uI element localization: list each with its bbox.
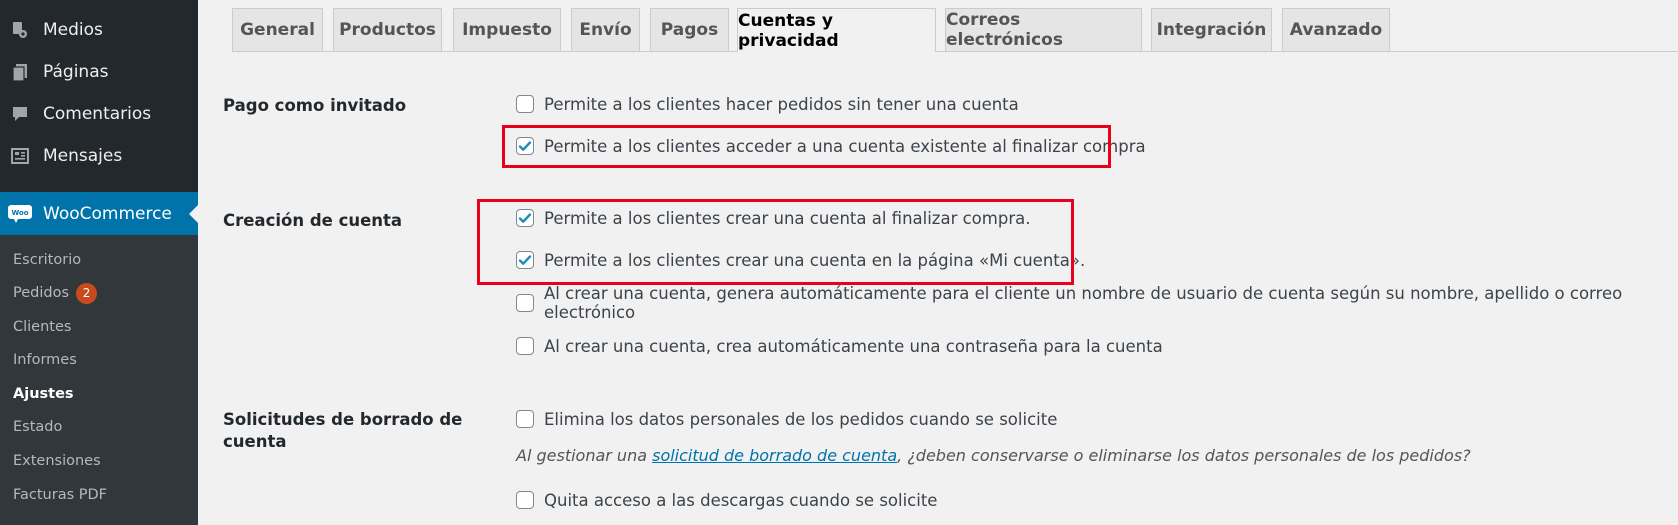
tab-envio[interactable]: Envío xyxy=(571,8,640,51)
woocommerce-logo-text: Woo xyxy=(11,209,28,217)
tab-impuesto[interactable]: Impuesto xyxy=(453,8,561,51)
submenu-label: Clientes xyxy=(13,319,72,335)
label-solicitudes-borrado: Solicitudes de borrado de cuenta xyxy=(223,409,462,453)
erasure-description: Al gestionar una solicitud de borrado de… xyxy=(516,446,1471,465)
submenu-item-ajustes[interactable]: Ajustes xyxy=(13,383,74,405)
submenu-label: Estado xyxy=(13,419,63,435)
menu-item-paginas[interactable]: Páginas xyxy=(0,51,198,93)
messages-icon xyxy=(9,145,31,167)
label-pago-como-invitado: Pago como invitado xyxy=(223,96,407,115)
menu-item-label: Páginas xyxy=(43,62,109,82)
submenu-item-clientes[interactable]: Clientes xyxy=(13,316,71,338)
highlight-box xyxy=(502,125,1111,168)
highlight-box xyxy=(477,199,1074,285)
tab-divider xyxy=(232,51,1678,52)
comments-icon xyxy=(9,103,31,125)
current-menu-arrow xyxy=(189,205,198,223)
submenu-label: Pedidos xyxy=(13,285,70,301)
description-text: Al gestionar una xyxy=(516,446,653,465)
menu-item-label: Mensajes xyxy=(43,146,123,166)
submenu-item-pedidos[interactable]: Pedidos 2 xyxy=(13,282,98,304)
label-creacion-de-cuenta: Creación de cuenta xyxy=(223,211,403,230)
submenu-label: Ajustes xyxy=(13,386,74,402)
tab-pagos[interactable]: Pagos xyxy=(650,8,729,51)
tab-integracion[interactable]: Integración xyxy=(1151,8,1272,51)
erasure-request-link[interactable]: solicitud de borrado de cuenta xyxy=(652,446,897,465)
option-label: Quita acceso a las descargas cuando se s… xyxy=(544,490,938,510)
description-text: , ¿deben conservarse o eliminarse los da… xyxy=(897,446,1471,465)
checkbox[interactable] xyxy=(516,410,534,428)
option-label: Elimina los datos personales de los pedi… xyxy=(544,409,1058,429)
woocommerce-submenu: Escritorio Pedidos 2 Clientes Informes Aj… xyxy=(0,235,198,525)
tab-avanzado[interactable]: Avanzado xyxy=(1282,8,1390,51)
submenu-item-facturas-pdf[interactable]: Facturas PDF xyxy=(13,484,107,506)
submenu-label: Informes xyxy=(13,352,77,368)
label-line: cuenta xyxy=(223,432,287,451)
submenu-item-estado[interactable]: Estado xyxy=(13,416,62,438)
submenu-item-escritorio[interactable]: Escritorio xyxy=(13,249,81,271)
submenu-item-informes[interactable]: Informes xyxy=(13,349,77,371)
menu-item-medios[interactable]: Medios xyxy=(0,9,198,51)
menu-item-woocommerce[interactable]: Woo WooCommerce xyxy=(0,192,198,235)
option-erase-order-data[interactable]: Elimina los datos personales de los pedi… xyxy=(516,407,1057,431)
checkbox[interactable] xyxy=(516,337,534,355)
submenu-label: Extensiones xyxy=(13,453,101,469)
option-label: Al crear una cuenta, crea automáticament… xyxy=(544,336,1163,356)
option-label: Permite a los clientes hacer pedidos sin… xyxy=(544,94,1019,114)
checkbox[interactable] xyxy=(516,294,534,312)
label-line: Solicitudes de borrado de xyxy=(223,410,463,429)
menu-item-comentarios[interactable]: Comentarios xyxy=(0,93,198,135)
tab-productos[interactable]: Productos xyxy=(333,8,442,51)
pages-icon xyxy=(9,61,31,83)
option-revoke-downloads[interactable]: Quita acceso a las descargas cuando se s… xyxy=(516,488,937,512)
menu-item-label: Medios xyxy=(43,20,103,40)
tab-general[interactable]: General xyxy=(232,8,323,51)
media-icon xyxy=(9,19,31,41)
woocommerce-icon: Woo xyxy=(8,204,32,223)
menu-item-label: Comentarios xyxy=(43,104,152,124)
option-generate-username[interactable]: Al crear una cuenta, genera automáticame… xyxy=(516,284,1678,322)
submenu-item-extensiones[interactable]: Extensiones xyxy=(13,450,101,472)
menu-item-label: WooCommerce xyxy=(43,203,172,224)
tab-correos-electronicos[interactable]: Correos electrónicos xyxy=(945,8,1142,51)
admin-sidebar: Medios Páginas Comentarios Mensajes Woo … xyxy=(0,0,198,525)
checkbox[interactable] xyxy=(516,95,534,113)
option-guest-checkout[interactable]: Permite a los clientes hacer pedidos sin… xyxy=(516,92,1019,116)
option-generate-password[interactable]: Al crear una cuenta, crea automáticament… xyxy=(516,334,1163,358)
submenu-label: Escritorio xyxy=(13,252,82,268)
submenu-label: Facturas PDF xyxy=(13,487,108,503)
menu-item-mensajes[interactable]: Mensajes xyxy=(0,135,198,177)
tab-cuentas-y-privacidad[interactable]: Cuentas y privacidad xyxy=(737,8,936,52)
checkbox[interactable] xyxy=(516,491,534,509)
orders-count-badge: 2 xyxy=(76,282,98,304)
option-label: Al crear una cuenta, genera automáticame… xyxy=(544,284,1623,322)
